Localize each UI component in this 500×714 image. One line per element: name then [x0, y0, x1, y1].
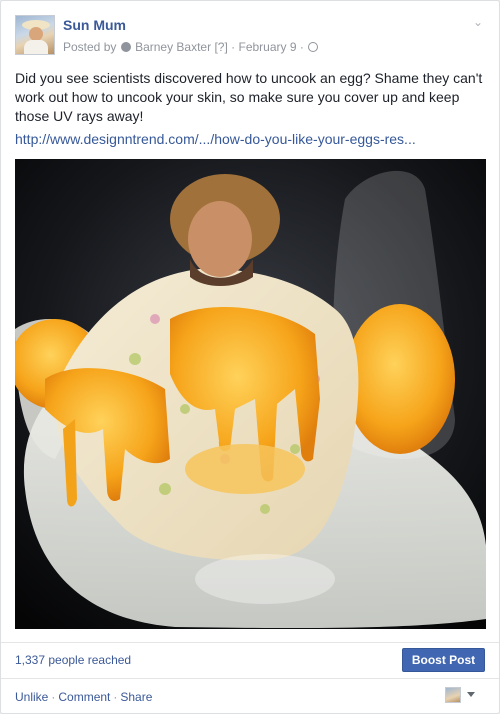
- post-image[interactable]: [15, 159, 486, 629]
- actor-selector[interactable]: [445, 687, 479, 705]
- posted-by-label: Posted by: [63, 39, 117, 54]
- post-text: Did you see scientists discovered how to…: [15, 70, 483, 124]
- caret-icon: [467, 692, 475, 697]
- action-separator: ·: [113, 690, 118, 704]
- avatar-dress: [24, 40, 48, 54]
- action-separator: ·: [51, 690, 56, 704]
- avatar-face: [29, 27, 43, 41]
- chevron-down-icon[interactable]: ⌄: [471, 16, 485, 28]
- post-link[interactable]: http://www.designntrend.com/.../how-do-y…: [15, 131, 487, 147]
- post-meta: Posted by Barney Baxter [?] · February 9…: [63, 39, 319, 54]
- reach-count[interactable]: 1,337 people reached: [15, 653, 131, 667]
- egg-photo: [15, 159, 486, 629]
- action-links: Unlike · Comment · Share: [15, 690, 152, 704]
- page-avatar[interactable]: [15, 15, 55, 55]
- post-card: Sun Mum Posted by Barney Baxter [?] · Fe…: [0, 0, 500, 714]
- share-link[interactable]: Share: [120, 690, 152, 704]
- meta-separator: ·: [299, 39, 304, 54]
- boost-post-button[interactable]: Boost Post: [402, 648, 485, 672]
- post-header: Sun Mum Posted by Barney Baxter [?] · Fe…: [15, 15, 485, 59]
- post-date[interactable]: February 9: [238, 40, 296, 54]
- actor-avatar: [445, 687, 461, 703]
- comment-link[interactable]: Comment: [58, 690, 110, 704]
- post-stats: 1,337 people reached Boost Post: [1, 642, 499, 678]
- page-name[interactable]: Sun Mum: [63, 17, 126, 33]
- meta-separator: ·: [231, 39, 236, 54]
- help-marker[interactable]: [?]: [214, 40, 227, 54]
- author-name[interactable]: Barney Baxter: [135, 40, 211, 54]
- user-icon: [120, 41, 131, 52]
- globe-icon[interactable]: [308, 41, 319, 52]
- unlike-link[interactable]: Unlike: [15, 690, 48, 704]
- post-actions: Unlike · Comment · Share: [1, 678, 499, 714]
